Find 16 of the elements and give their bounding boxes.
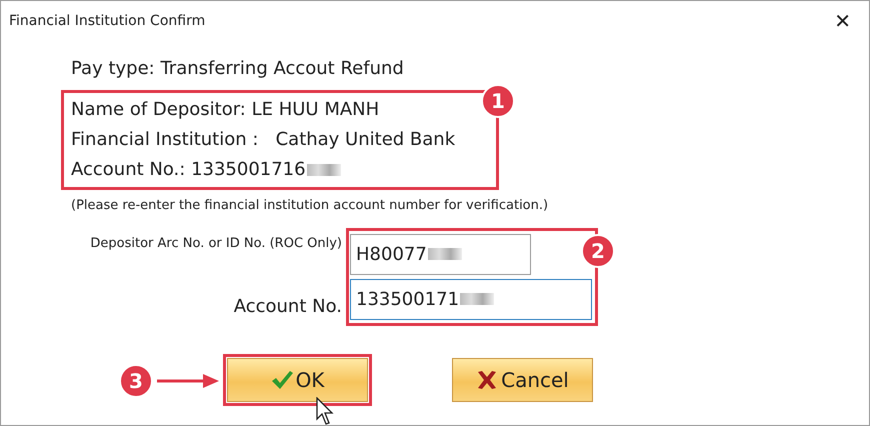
- step-number-badge: 1: [481, 84, 515, 118]
- field-label: Depositor Arc No. or ID No. (ROC Only): [90, 234, 343, 252]
- step-number-badge: 2: [581, 234, 615, 268]
- detail-text: Account No.: 1335001716: [71, 158, 306, 182]
- input-field[interactable]: H80077: [350, 234, 531, 274]
- ok-button[interactable]: OK: [227, 358, 368, 402]
- pay-type-text: Pay type: Transferring Accout Refund: [71, 57, 405, 81]
- detail-text: Name of Depositor: LE HUU MANH: [71, 98, 380, 122]
- input-field[interactable]: 133500171: [350, 278, 592, 320]
- window-title: Financial Institution Confirm: [9, 12, 206, 30]
- detail-text: Financial Institution : Cathay United Bank: [71, 128, 456, 152]
- close-button[interactable]: ✕: [824, 11, 861, 31]
- cancel-button[interactable]: Cancel: [452, 358, 593, 402]
- verification-note: (Please re-enter the financial institution account number for verification.): [71, 197, 550, 215]
- field-label: Account No.: [234, 294, 343, 318]
- step-number-badge: 3: [119, 364, 153, 398]
